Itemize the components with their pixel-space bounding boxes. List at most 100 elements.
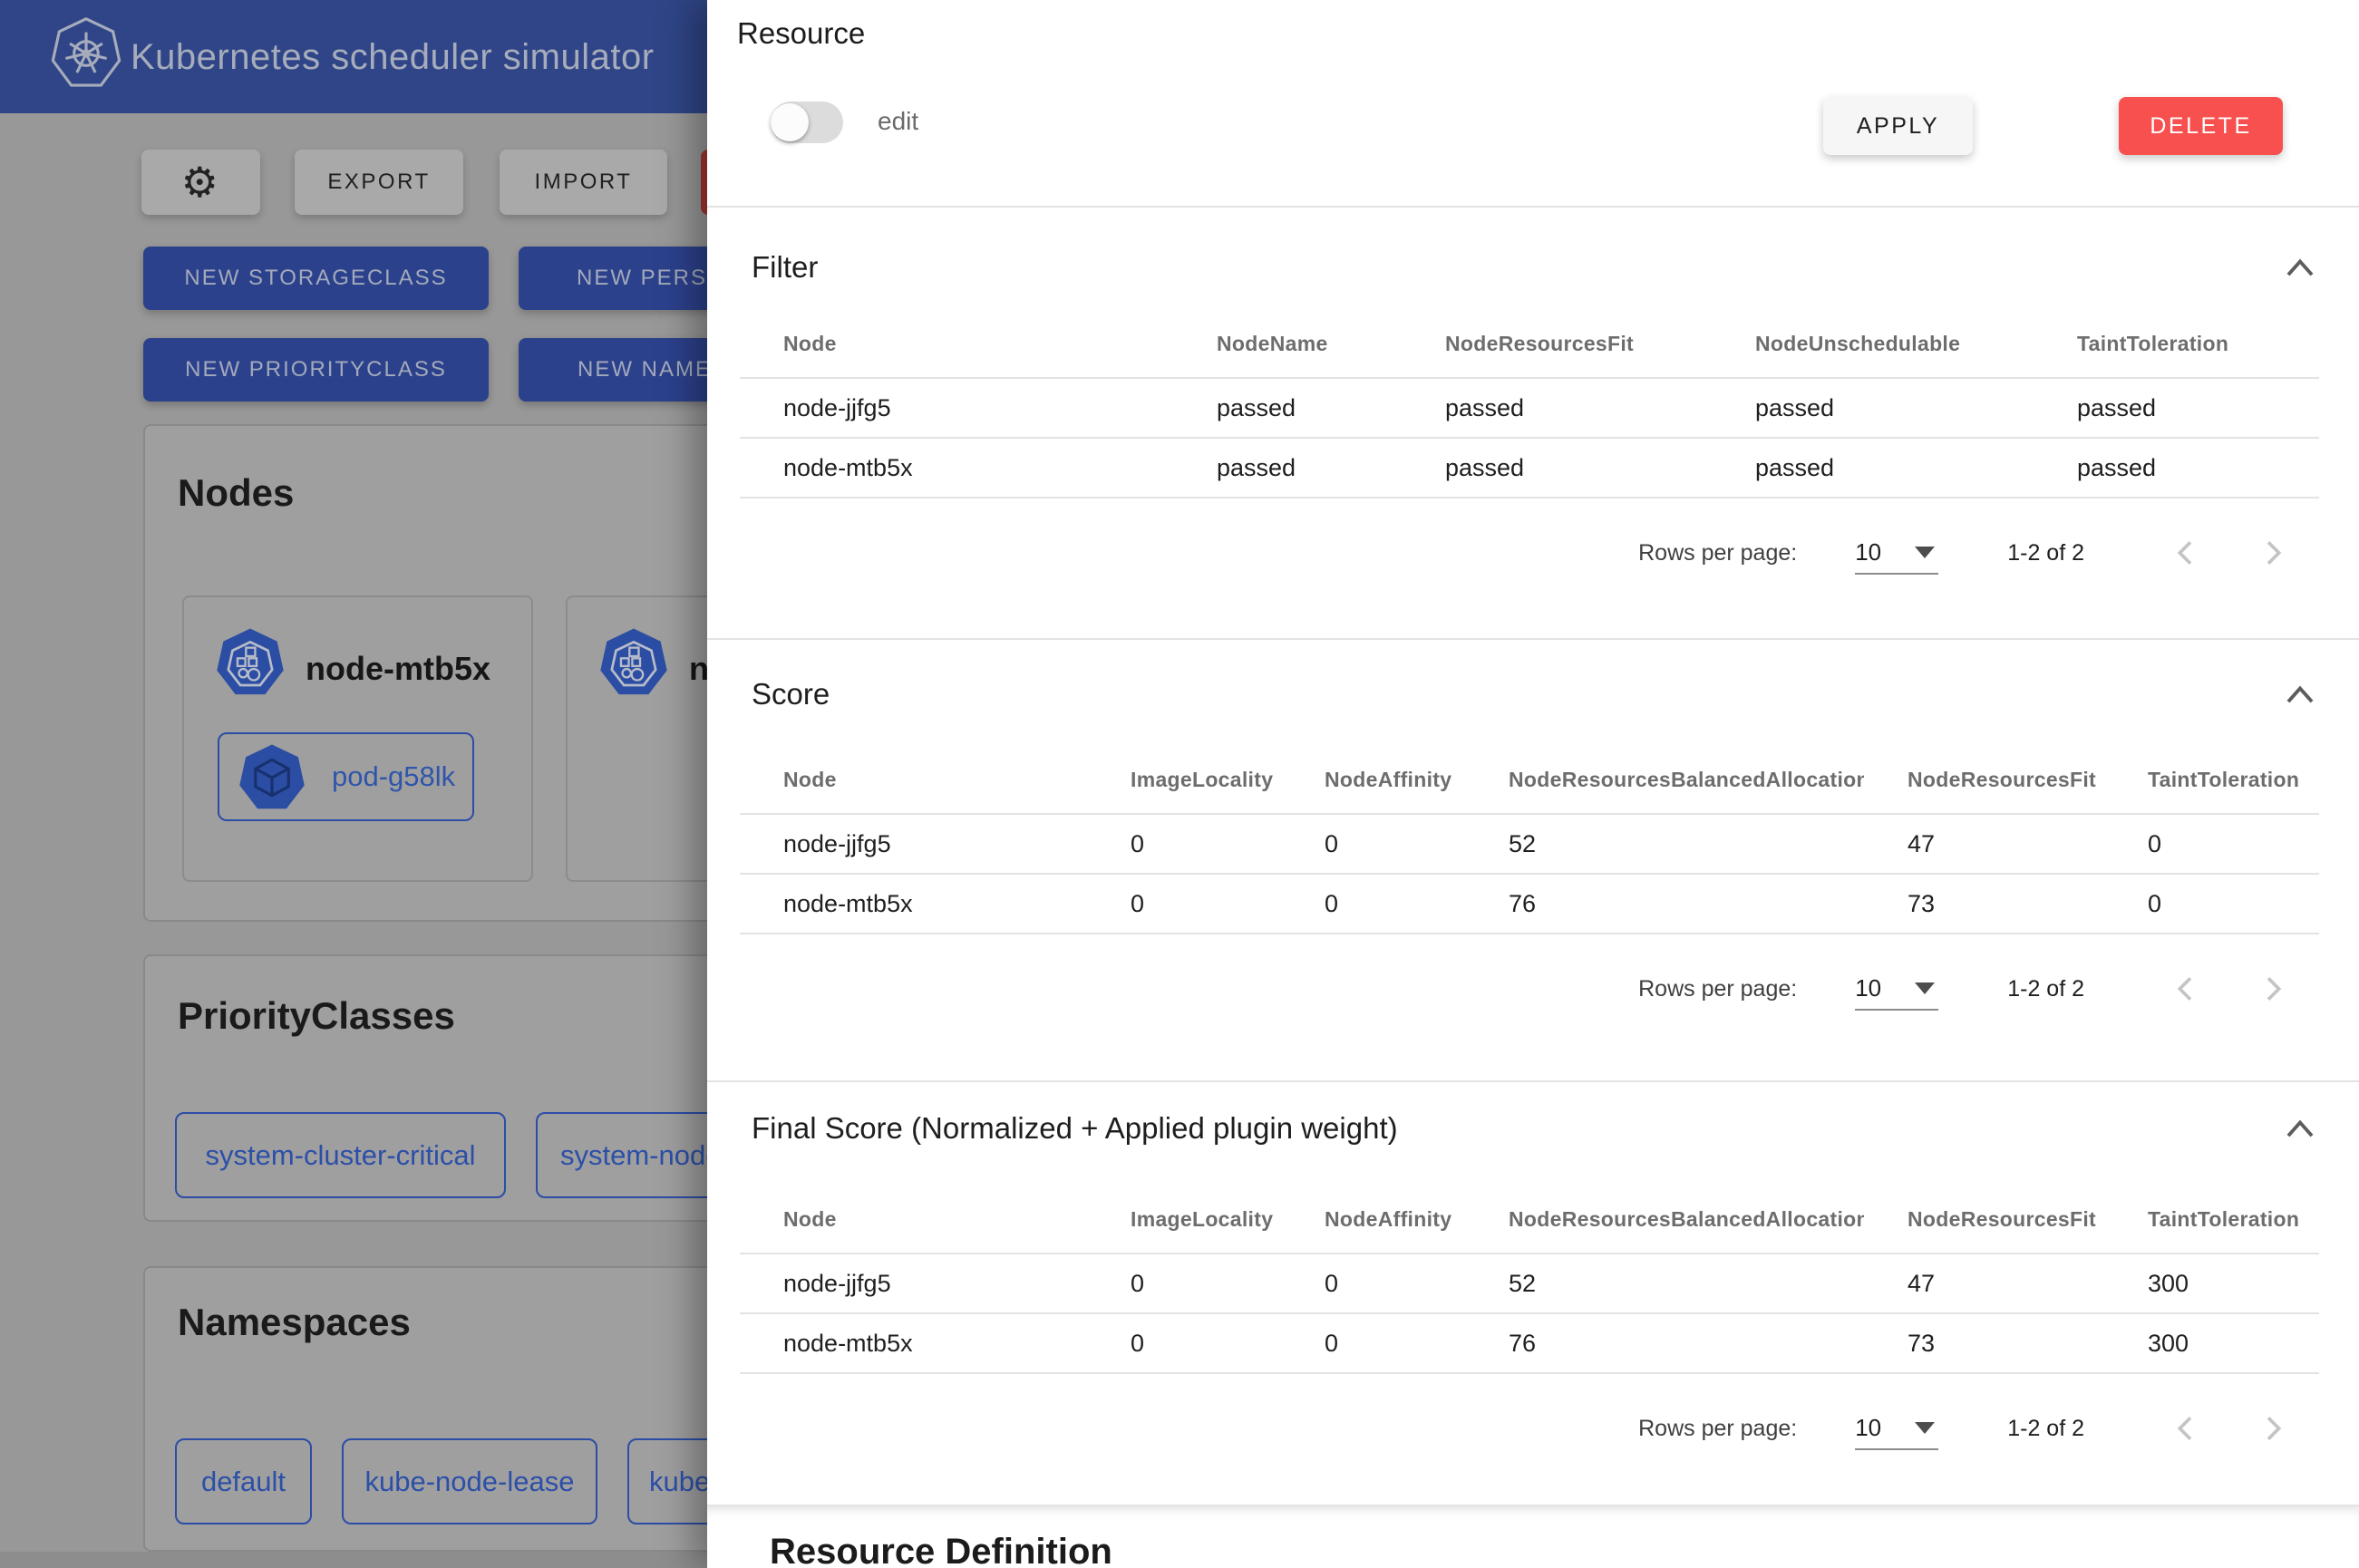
- drawer-header: Resource edit APPLY DELETE: [707, 0, 2359, 208]
- chevron-left-icon: [2168, 535, 2204, 571]
- pagination-range: 1-2 of 2: [2007, 540, 2084, 566]
- priorityclass-item[interactable]: system-cluster-critical: [175, 1112, 506, 1198]
- resource-drawer: Resource edit APPLY DELETE Filter Node N…: [707, 0, 2359, 1568]
- column-header: ImageLocality: [1087, 1186, 1281, 1253]
- new-priorityclass-button[interactable]: NEW PRIORITYCLASS: [143, 338, 489, 402]
- apply-button[interactable]: APPLY: [1823, 97, 1973, 155]
- column-header: NodeResourcesBalancedAllocation: [1465, 1186, 1864, 1253]
- column-header: Node: [740, 311, 1173, 378]
- new-storageclass-button[interactable]: NEW STORAGECLASS: [143, 247, 489, 310]
- caret-down-icon: [1915, 982, 1935, 994]
- column-header: TaintToleration: [2104, 1186, 2319, 1253]
- cell: 76: [1465, 1313, 1864, 1373]
- table-row: node-jjfg5 0 0 52 47 300: [740, 1253, 2319, 1313]
- import-button[interactable]: IMPORT: [500, 150, 667, 215]
- final-score-collapse-button[interactable]: [2282, 1117, 2318, 1140]
- cell: 47: [1864, 814, 2104, 874]
- cell: passed: [1712, 438, 2034, 498]
- cell: 0: [1281, 814, 1465, 874]
- cell: node-jjfg5: [740, 378, 1173, 438]
- delete-button[interactable]: DELETE: [2119, 97, 2283, 155]
- resource-definition-title: Resource Definition: [770, 1532, 2318, 1568]
- cell: 0: [2104, 874, 2319, 934]
- cell: 0: [1281, 1253, 1465, 1313]
- screen: Kubernetes scheduler simulator ⚙ EXPORT …: [0, 0, 2359, 1568]
- cell: 52: [1465, 1253, 1864, 1313]
- column-header: TaintToleration: [2104, 747, 2319, 814]
- cell: passed: [1173, 378, 1402, 438]
- column-header: NodeName: [1173, 311, 1402, 378]
- cell: passed: [1173, 438, 1402, 498]
- column-header: NodeResourcesFit: [1402, 311, 1712, 378]
- pod-button[interactable]: pod-g58lk: [218, 732, 474, 821]
- table-row: node-mtb5x passed passed passed passed: [740, 438, 2319, 498]
- kubernetes-logo-icon: [51, 16, 121, 91]
- rows-per-page-value: 10: [1855, 538, 1881, 566]
- namespace-item[interactable]: kube-node-lease: [342, 1438, 597, 1524]
- chevron-left-icon: [2168, 971, 2204, 1007]
- chevron-left-icon: [2168, 1410, 2204, 1447]
- cell: node-mtb5x: [740, 438, 1173, 498]
- edit-toggle[interactable]: [771, 102, 843, 143]
- cell: 0: [1087, 874, 1281, 934]
- table-header-row: Node ImageLocality NodeAffinity NodeReso…: [740, 1186, 2319, 1253]
- namespaces-panel-title: Namespaces: [178, 1301, 411, 1344]
- page-next-button[interactable]: [2255, 535, 2291, 571]
- score-section: Score Node ImageLocality NodeAffinity No…: [707, 638, 2359, 1080]
- page-prev-button[interactable]: [2168, 1410, 2204, 1447]
- cell: 76: [1465, 874, 1864, 934]
- cell: passed: [2034, 378, 2319, 438]
- cell: 0: [2104, 814, 2319, 874]
- table-row: node-mtb5x 0 0 76 73 0: [740, 874, 2319, 934]
- export-button[interactable]: EXPORT: [295, 150, 463, 215]
- column-header: NodeAffinity: [1281, 747, 1465, 814]
- filter-table: Node NodeName NodeResourcesFit NodeUnsch…: [740, 311, 2319, 498]
- pod-icon: [238, 743, 306, 812]
- column-header: Node: [740, 1186, 1087, 1253]
- cell: 52: [1465, 814, 1864, 874]
- table-pagination: Rows per page: 10 1-2 of 2: [740, 511, 2318, 595]
- app-title: Kubernetes scheduler simulator: [131, 37, 655, 78]
- score-collapse-button[interactable]: [2282, 682, 2318, 706]
- rows-per-page-select[interactable]: 10: [1855, 1407, 1938, 1450]
- rows-per-page-select[interactable]: 10: [1855, 531, 1938, 575]
- cell: 73: [1864, 874, 2104, 934]
- cell: 0: [1087, 814, 1281, 874]
- cell: passed: [1402, 378, 1712, 438]
- column-header: NodeResourcesFit: [1864, 747, 2104, 814]
- chevron-up-icon: [2282, 682, 2318, 706]
- column-header: NodeUnschedulable: [1712, 311, 2034, 378]
- node-card[interactable]: node-mtb5x pod-g58lk: [182, 595, 533, 882]
- filter-collapse-button[interactable]: [2282, 256, 2318, 279]
- cell: 0: [1281, 874, 1465, 934]
- final-score-table: Node ImageLocality NodeAffinity NodeReso…: [740, 1186, 2319, 1374]
- column-header: Node: [740, 747, 1087, 814]
- nodes-panel-title: Nodes: [178, 471, 294, 515]
- cell: node-mtb5x: [740, 1313, 1087, 1373]
- caret-down-icon: [1915, 1422, 1935, 1434]
- resource-definition-section: Resource Definition: [707, 1505, 2359, 1568]
- cell: passed: [2034, 438, 2319, 498]
- cell: 0: [1281, 1313, 1465, 1373]
- chevron-up-icon: [2282, 256, 2318, 279]
- edit-toggle-thumb: [771, 103, 809, 141]
- namespace-item[interactable]: default: [175, 1438, 312, 1524]
- column-header: NodeResourcesBalancedAllocation: [1465, 747, 1864, 814]
- settings-button[interactable]: ⚙: [141, 150, 260, 215]
- cell: 0: [1087, 1313, 1281, 1373]
- page-prev-button[interactable]: [2168, 971, 2204, 1007]
- column-header: NodeResourcesFit: [1864, 1186, 2104, 1253]
- score-table: Node ImageLocality NodeAffinity NodeReso…: [740, 747, 2319, 934]
- table-pagination: Rows per page: 10 1-2 of 2: [740, 947, 2318, 1031]
- table-row: node-mtb5x 0 0 76 73 300: [740, 1313, 2319, 1373]
- column-header: ImageLocality: [1087, 747, 1281, 814]
- page-bottom-strip: [0, 1552, 708, 1568]
- table-header-row: Node NodeName NodeResourcesFit NodeUnsch…: [740, 311, 2319, 378]
- caret-down-icon: [1915, 547, 1935, 558]
- pod-name: pod-g58lk: [332, 760, 455, 793]
- rows-per-page-select[interactable]: 10: [1855, 967, 1938, 1011]
- page-next-button[interactable]: [2255, 1410, 2291, 1447]
- rows-per-page-label: Rows per page:: [1638, 976, 1797, 1002]
- page-next-button[interactable]: [2255, 971, 2291, 1007]
- page-prev-button[interactable]: [2168, 535, 2204, 571]
